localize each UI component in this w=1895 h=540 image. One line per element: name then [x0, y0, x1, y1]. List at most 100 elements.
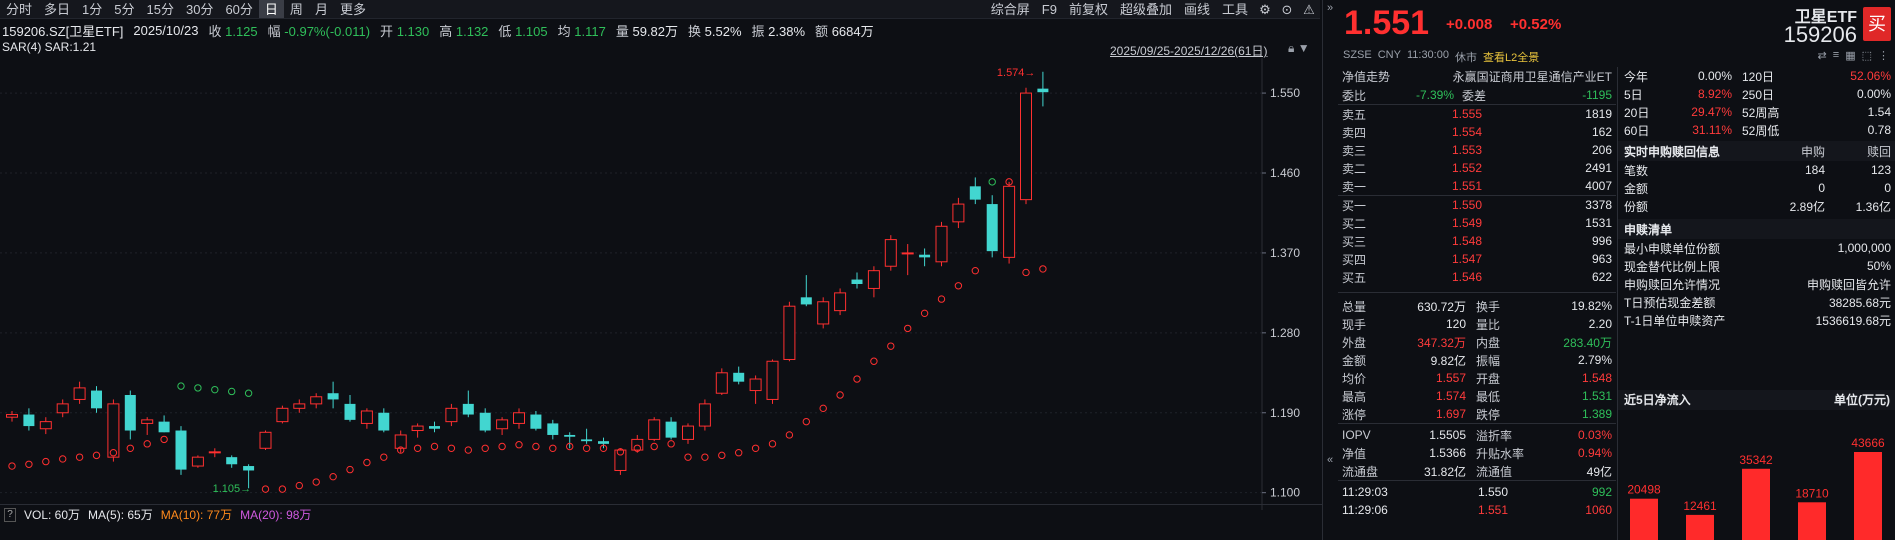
candle[interactable]	[513, 408, 525, 429]
candle[interactable]	[901, 244, 914, 276]
candle[interactable]	[429, 421, 440, 433]
candle[interactable]	[598, 437, 609, 449]
expand-icon[interactable]: ⬚	[1862, 49, 1872, 62]
period-tab[interactable]: 多日	[38, 0, 76, 18]
candle[interactable]	[851, 272, 863, 289]
candle[interactable]	[107, 399, 120, 462]
gear-icon[interactable]: ⚙	[1254, 0, 1276, 19]
candle[interactable]	[445, 403, 458, 427]
toolbar-action[interactable]: F9	[1036, 0, 1063, 18]
candle[interactable]	[293, 399, 306, 413]
candle[interactable]	[952, 197, 965, 229]
candle[interactable]	[276, 405, 289, 424]
candle[interactable]	[969, 177, 981, 205]
period-tab[interactable]: 1分	[76, 0, 108, 18]
period-tab[interactable]: 周	[284, 0, 309, 18]
bids-level-row[interactable]: 买一 1.550 3378	[1338, 196, 1616, 214]
period-tab[interactable]: 15分	[141, 0, 180, 18]
candle[interactable]	[158, 415, 170, 433]
asks-level-row[interactable]: 卖三 1.553 206	[1338, 141, 1616, 159]
candle[interactable]	[614, 448, 627, 475]
candle[interactable]	[91, 386, 102, 413]
candle[interactable]	[530, 410, 542, 431]
period-tab[interactable]: 日	[258, 0, 284, 18]
candle[interactable]	[800, 275, 812, 307]
candle[interactable]	[191, 455, 204, 468]
candle[interactable]	[749, 375, 762, 404]
asks-level-row[interactable]: 卖二 1.552 2491	[1338, 159, 1616, 177]
period-tab[interactable]: 60分	[219, 0, 258, 18]
candle[interactable]	[817, 297, 830, 329]
candle[interactable]	[73, 381, 86, 404]
candle[interactable]	[462, 390, 474, 418]
candle[interactable]	[124, 390, 136, 440]
bids-level-row[interactable]: 买五 1.546 622	[1338, 268, 1616, 286]
candle[interactable]	[39, 417, 52, 435]
candle[interactable]	[1003, 181, 1016, 264]
candle[interactable]	[208, 448, 221, 458]
period-tab[interactable]: 更多	[334, 0, 372, 18]
candle[interactable]	[665, 417, 677, 440]
asks-level-row[interactable]: 卖五 1.555 1819	[1338, 105, 1616, 123]
candle[interactable]	[310, 393, 323, 409]
date-range[interactable]: 2025/09/25-2025/12/26(61日)	[1110, 42, 1267, 59]
buy-button[interactable]: 买	[1863, 7, 1891, 41]
candle[interactable]	[479, 408, 491, 433]
candle[interactable]	[411, 423, 424, 438]
period-tab[interactable]: 5分	[108, 0, 140, 18]
period-tab[interactable]: 30分	[180, 0, 219, 18]
candle[interactable]	[733, 366, 745, 385]
candle[interactable]	[884, 235, 897, 271]
asks-level-row[interactable]: 卖一 1.551 4007	[1338, 177, 1616, 195]
toolbar-action[interactable]: 工具	[1216, 0, 1254, 18]
candle[interactable]	[581, 428, 593, 444]
candle[interactable]	[648, 417, 661, 442]
collapse-left-icon[interactable]: «	[1323, 454, 1337, 466]
candle[interactable]	[344, 395, 356, 422]
alert-icon[interactable]: ⚠	[1298, 0, 1320, 19]
candle[interactable]	[682, 423, 694, 444]
kline-chart[interactable]: 1.100 1.190 1.280 1.370 1.460 1.550 1.574→ 1.10…	[0, 58, 1322, 510]
asks-level-row[interactable]: 卖四 1.554 162	[1338, 123, 1616, 141]
candle[interactable]	[698, 399, 711, 431]
toolbar-action[interactable]: 综合屏	[985, 0, 1036, 18]
help-icon[interactable]: ?	[4, 507, 16, 522]
candle[interactable]	[1037, 71, 1049, 107]
candle[interactable]	[175, 426, 187, 475]
candle[interactable]	[23, 408, 35, 431]
candle[interactable]	[378, 408, 390, 433]
collapse-right-icon[interactable]: »	[1323, 2, 1337, 14]
candle[interactable]	[259, 430, 272, 451]
bids-level-row[interactable]: 买四 1.547 963	[1338, 250, 1616, 268]
period-tab[interactable]: 分时	[0, 0, 38, 18]
candle[interactable]	[715, 368, 728, 395]
candle[interactable]	[564, 432, 576, 449]
candle[interactable]	[394, 430, 407, 453]
candle[interactable]	[496, 417, 509, 435]
toolbar-action[interactable]: 画线	[1178, 0, 1216, 18]
candle[interactable]	[783, 301, 796, 362]
candle[interactable]	[141, 417, 154, 435]
candle[interactable]	[56, 399, 69, 418]
period-tab[interactable]: 月	[309, 0, 334, 18]
lock-icon[interactable]: 🔒︎	[1288, 41, 1294, 55]
candle[interactable]	[867, 266, 880, 298]
candle[interactable]	[547, 419, 559, 440]
candle[interactable]	[834, 288, 847, 316]
candle[interactable]	[766, 359, 779, 404]
bids-level-row[interactable]: 买二 1.549 1531	[1338, 214, 1616, 232]
toolbar-action[interactable]: 超级叠加	[1114, 0, 1178, 18]
l2-link[interactable]: 查看L2全景	[1483, 49, 1539, 65]
candle[interactable]	[360, 408, 373, 429]
candle[interactable]	[935, 221, 948, 267]
candle[interactable]	[631, 434, 644, 453]
bids-level-row[interactable]: 买三 1.548 996	[1338, 232, 1616, 250]
candle[interactable]	[1020, 87, 1032, 205]
share-icon[interactable]: ⇄	[1818, 49, 1827, 62]
nav-trend-tab[interactable]: 净值走势	[1338, 68, 1408, 85]
toolbar-action[interactable]: 前复权	[1063, 0, 1114, 18]
candle[interactable]	[226, 455, 238, 468]
candle[interactable]	[919, 248, 931, 267]
more-icon[interactable]: ⊙	[1276, 0, 1298, 19]
list-icon[interactable]: ≡	[1833, 49, 1839, 62]
